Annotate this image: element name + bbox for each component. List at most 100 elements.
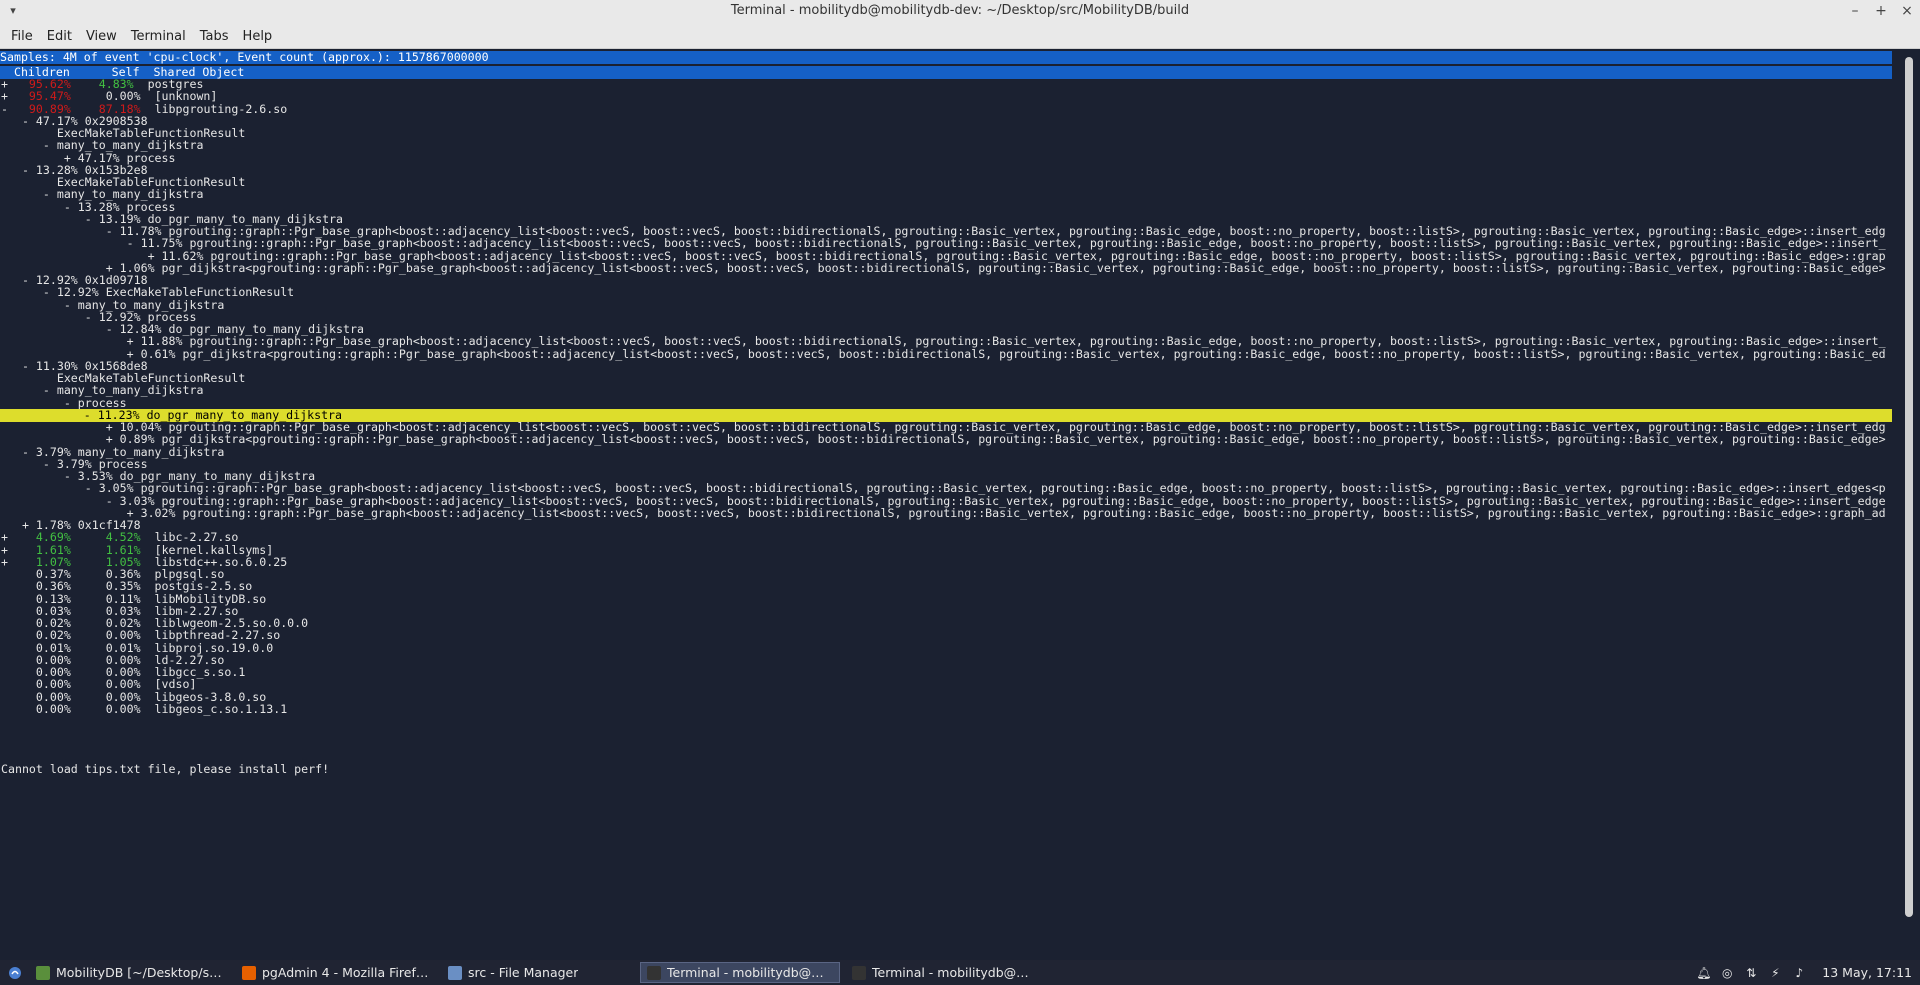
perf-line-segment: - 13.28% process: [1, 200, 176, 214]
power-icon[interactable]: ⚡︎: [1768, 966, 1782, 980]
perf-line[interactable]: - 12.84% do_pgr_many_to_many_dijkstra: [1, 323, 1891, 336]
perf-line[interactable]: - 11.30% 0x1568de8: [1, 360, 1891, 373]
close-button[interactable]: ×: [1900, 2, 1914, 20]
perf-line[interactable]: + 95.62% 4.83% postgres: [1, 78, 1891, 91]
perf-line-segment: 0.02% 0.00% libpthread-2.27.so: [1, 629, 281, 643]
perf-line-segment: - 12.84% do_pgr_many_to_many_dijkstra: [1, 323, 364, 336]
perf-line[interactable]: - 11.75% pgrouting::graph::Pgr_base_grap…: [1, 237, 1891, 250]
perf-line[interactable]: - 47.17% 0x2908538: [1, 115, 1891, 128]
perf-line[interactable]: + 11.88% pgrouting::graph::Pgr_base_grap…: [1, 335, 1891, 348]
perf-line[interactable]: 0.03% 0.03% libm-2.27.so: [1, 605, 1891, 618]
perf-line-segment: 95.47%: [28, 90, 71, 104]
perf-line-segment: 0.00% 0.00% ld-2.27.so: [1, 653, 225, 667]
perf-line-segment: + 0.89% pgr_dijkstra<pgrouting::graph::P…: [1, 433, 1886, 447]
perf-line-segment: + 1.78% 0x1cf1478: [1, 519, 141, 532]
perf-line[interactable]: 0.02% 0.02% liblwgeom-2.5.so.0.0.0: [1, 617, 1891, 630]
perf-line[interactable]: - 13.19% do_pgr_many_to_many_dijkstra: [1, 213, 1891, 226]
terminal-scrollbar[interactable]: [1900, 49, 1920, 951]
menu-view[interactable]: View: [79, 29, 124, 44]
taskbar: MobilityDB [~/Desktop/src/M... pgAdmin 4 …: [0, 960, 1920, 985]
perf-line[interactable]: + 1.78% 0x1cf1478: [1, 519, 1891, 532]
perf-line[interactable]: - 3.79% process: [1, 458, 1891, 471]
perf-line[interactable]: + 1.06% pgr_dijkstra<pgrouting::graph::P…: [1, 262, 1891, 275]
perf-line[interactable]: 0.13% 0.11% libMobilityDB.so: [1, 593, 1891, 606]
perf-line-segment: [71, 531, 106, 544]
perf-line-segment: + 47.17% process: [1, 151, 176, 165]
perf-line[interactable]: 0.00% 0.00% libgcc_s.so.1: [1, 666, 1891, 679]
menu-tabs[interactable]: Tabs: [193, 29, 236, 44]
taskbar-item[interactable]: Terminal - mobilitydb@mobil...: [846, 962, 1046, 983]
perf-line[interactable]: - 3.05% pgrouting::graph::Pgr_base_graph…: [1, 482, 1891, 495]
perf-line[interactable]: - 12.92% process: [1, 311, 1891, 324]
perf-line[interactable]: 0.00% 0.00% ld-2.27.so: [1, 654, 1891, 667]
perf-line[interactable]: + 95.47% 0.00% [unknown]: [1, 90, 1891, 103]
perf-line-segment: 87.18%: [98, 102, 141, 116]
applications-menu-icon[interactable]: [0, 960, 30, 985]
taskbar-item[interactable]: Terminal - mobilitydb@mobil...: [640, 962, 840, 983]
perf-line[interactable]: + 47.17% process: [1, 152, 1891, 165]
perf-line[interactable]: - many_to_many_dijkstra: [1, 299, 1891, 312]
menu-bar: File Edit View Terminal Tabs Help: [0, 25, 1920, 49]
perf-line[interactable]: 0.00% 0.00% [vdso]: [1, 678, 1891, 691]
system-tray: 🔔︎ ◎ ⇅ ⚡︎ ♪ 13 May, 17:11: [1696, 965, 1920, 980]
perf-line[interactable]: 0.02% 0.00% libpthread-2.27.so: [1, 629, 1891, 642]
postgres-elephant-icon[interactable]: ◎: [1720, 966, 1734, 980]
perf-line[interactable]: + 4.69% 4.52% libc-2.27.so: [1, 531, 1891, 544]
perf-line[interactable]: - 90.89% 87.18% libpgrouting-2.6.so: [1, 103, 1891, 116]
perf-line[interactable]: + 0.89% pgr_dijkstra<pgrouting::graph::P…: [1, 433, 1891, 446]
perf-line[interactable]: - 3.53% do_pgr_many_to_many_dijkstra: [1, 470, 1891, 483]
perf-line[interactable]: - many_to_many_dijkstra: [1, 188, 1891, 201]
menu-edit[interactable]: Edit: [40, 29, 79, 44]
taskbar-item[interactable]: pgAdmin 4 - Mozilla Firefox: [236, 962, 436, 983]
scrollbar-thumb[interactable]: [1905, 57, 1913, 917]
perf-line-segment: - 3.53% do_pgr_many_to_many_dijkstra: [1, 470, 316, 483]
perf-line[interactable]: + 0.61% pgr_dijkstra<pgrouting::graph::P…: [1, 348, 1891, 361]
volume-icon[interactable]: ♪: [1792, 966, 1806, 980]
perf-line[interactable]: + 11.62% pgrouting::graph::Pgr_base_grap…: [1, 250, 1891, 263]
perf-line[interactable]: - 3.03% pgrouting::graph::Pgr_base_graph…: [1, 495, 1891, 508]
perf-line[interactable]: - 11.78% pgrouting::graph::Pgr_base_grap…: [1, 225, 1891, 238]
menu-file[interactable]: File: [4, 29, 40, 44]
perf-line-segment: [71, 544, 106, 557]
menu-terminal[interactable]: Terminal: [124, 29, 193, 44]
perf-line-segment: - 12.92% process: [1, 310, 197, 324]
perf-line-segment: 1.07%: [35, 555, 71, 569]
terminal-output[interactable]: Samples: 4M of event 'cpu-clock', Event …: [0, 49, 1900, 951]
perf-line[interactable]: - 13.28% 0x153b2e8: [1, 164, 1891, 177]
perf-line[interactable]: + 3.02% pgrouting::graph::Pgr_base_graph…: [1, 507, 1891, 520]
perf-line[interactable]: + 1.07% 1.05% libstdc++.so.6.0.25: [1, 556, 1891, 569]
perf-line[interactable]: 0.37% 0.36% plpgsql.so: [1, 568, 1891, 581]
network-transfer-icon[interactable]: ⇅: [1744, 966, 1758, 980]
perf-line[interactable]: + 1.61% 1.61% [kernel.kallsyms]: [1, 544, 1891, 557]
window-title: Terminal - mobilitydb@mobilitydb-dev: ~/…: [730, 3, 1190, 18]
perf-line[interactable]: + 10.04% pgrouting::graph::Pgr_base_grap…: [1, 421, 1891, 434]
clock[interactable]: 13 May, 17:11: [1822, 965, 1912, 980]
maximize-button[interactable]: +: [1874, 2, 1888, 20]
perf-line-segment: 0.00% [unknown]: [70, 90, 218, 104]
perf-line-segment: 0.01% 0.01% libproj.so.19.0.0: [1, 641, 274, 655]
perf-line[interactable]: - 12.92% ExecMakeTableFunctionResult: [1, 286, 1891, 299]
taskbar-item[interactable]: src - File Manager: [442, 962, 634, 983]
minimize-button[interactable]: –: [1848, 2, 1862, 20]
perf-line-segment: +: [1, 531, 36, 545]
perf-line-selected[interactable]: - 11.23% do_pgr_many_to_many_dijkstra: [0, 408, 1892, 422]
perf-line[interactable]: 0.00% 0.00% libgeos-3.8.0.so: [1, 691, 1891, 704]
perf-line-segment: +: [1, 90, 29, 104]
perf-line-segment: - 12.92% 0x1d09718: [1, 274, 148, 287]
perf-line[interactable]: - 13.28% process: [1, 201, 1891, 214]
menu-help[interactable]: Help: [236, 29, 280, 44]
perf-line[interactable]: - many_to_many_dijkstra: [1, 139, 1891, 152]
notification-bell-icon[interactable]: 🔔︎: [1696, 966, 1711, 980]
perf-line[interactable]: 0.00% 0.00% libgeos_c.so.1.13.1: [1, 703, 1891, 716]
perf-line[interactable]: 0.36% 0.35% postgis-2.5.so: [1, 580, 1891, 593]
perf-line-segment: [71, 556, 106, 569]
perf-line[interactable]: - 12.92% 0x1d09718: [1, 274, 1891, 287]
taskbar-item[interactable]: MobilityDB [~/Desktop/src/M...: [30, 962, 230, 983]
perf-line[interactable]: ExecMakeTableFunctionResult: [1, 176, 1891, 189]
perf-line[interactable]: ExecMakeTableFunctionResult: [1, 127, 1891, 140]
perf-line[interactable]: - many_to_many_dijkstra: [1, 384, 1891, 397]
perf-line[interactable]: - process: [1, 397, 1891, 410]
perf-line[interactable]: ExecMakeTableFunctionResult: [1, 372, 1891, 385]
perf-line[interactable]: 0.01% 0.01% libproj.so.19.0.0: [1, 642, 1891, 655]
perf-line[interactable]: - 3.79% many_to_many_dijkstra: [1, 446, 1891, 459]
